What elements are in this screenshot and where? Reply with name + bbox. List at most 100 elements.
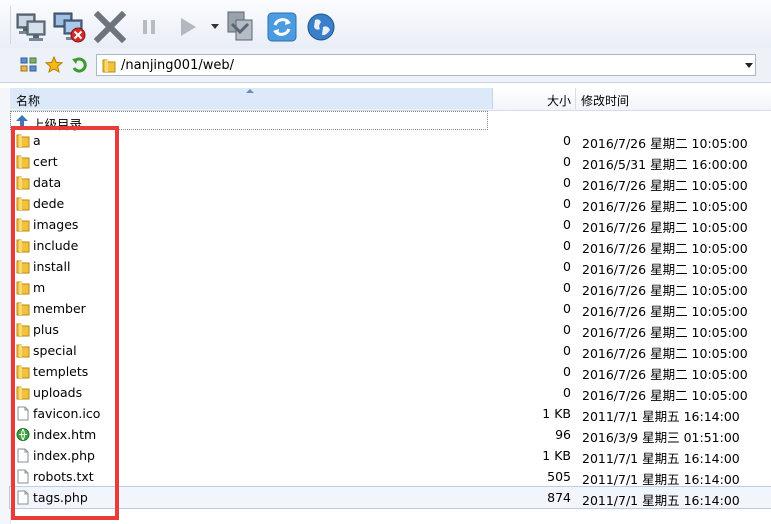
- file-row[interactable]: tags.php 874 2011/7/1 星期五 16:14:00: [9, 486, 771, 509]
- transfer-queue-icon: [227, 11, 253, 41]
- file-modified: 2016/3/9 星期三 01:51:00: [582, 430, 740, 445]
- disconnect-button[interactable]: [52, 10, 86, 44]
- column-size-label: 大小: [546, 94, 571, 108]
- cancel-button[interactable]: [93, 10, 127, 44]
- folder-row[interactable]: cert 0 2016/5/31 星期二 16:00:00: [10, 151, 771, 172]
- folder-icon: [16, 323, 30, 337]
- globe-icon: [307, 13, 335, 41]
- file-size: 0: [563, 217, 571, 232]
- folder-icon: [16, 281, 30, 295]
- file-name: favicon.ico: [33, 406, 101, 421]
- file-name: images: [33, 217, 79, 232]
- folder-row[interactable]: plus 0 2016/7/26 星期二 10:05:00: [10, 319, 771, 340]
- file-name: uploads: [33, 385, 83, 400]
- close-icon: [94, 11, 126, 43]
- file-modified: 2011/7/1 星期五 16:14:00: [582, 493, 740, 508]
- file-row[interactable]: favicon.ico 1 KB 2011/7/1 星期五 16:14:00: [10, 403, 771, 424]
- file-icon: [17, 469, 29, 484]
- folder-row[interactable]: install 0 2016/7/26 星期二 10:05:00: [10, 256, 771, 277]
- tree-view-button[interactable]: [20, 56, 38, 74]
- file-size: 0: [563, 385, 571, 400]
- up-folder-button[interactable]: [70, 56, 88, 74]
- file-size: 0: [563, 154, 571, 169]
- file-modified: 2016/7/26 星期二 10:05:00: [582, 262, 748, 277]
- pause-button[interactable]: [132, 10, 166, 44]
- parent-directory-row[interactable]: 上级目录: [10, 111, 488, 132]
- file-name: robots.txt: [33, 469, 94, 484]
- up-folder-icon: [72, 57, 87, 73]
- file-modified: 2011/7/1 星期五 16:14:00: [582, 451, 740, 466]
- folder-row[interactable]: m 0 2016/7/26 星期二 10:05:00: [10, 277, 771, 298]
- tree-view-icon: [20, 57, 37, 72]
- browser-button[interactable]: [304, 10, 338, 44]
- folder-icon: [16, 344, 30, 358]
- file-name: index.htm: [33, 427, 97, 442]
- file-name: templets: [33, 364, 89, 379]
- folder-icon: [16, 197, 30, 211]
- play-button[interactable]: [170, 10, 204, 44]
- folder-row[interactable]: member 0 2016/7/26 星期二 10:05:00: [10, 298, 771, 319]
- folder-row[interactable]: templets 0 2016/7/26 星期二 10:05:00: [10, 361, 771, 382]
- file-size: 505: [547, 469, 571, 484]
- file-size: 0: [563, 322, 571, 337]
- file-icon: [17, 406, 29, 421]
- folder-icon: [16, 239, 30, 253]
- file-modified: 2016/7/26 星期二 10:05:00: [582, 367, 748, 382]
- folder-icon: [16, 155, 30, 169]
- path-text: /nanjing001/web/: [121, 58, 234, 73]
- file-row[interactable]: index.htm 96 2016/3/9 星期三 01:51:00: [10, 424, 771, 445]
- file-size: 0: [563, 238, 571, 253]
- folder-row[interactable]: images 0 2016/7/26 星期二 10:05:00: [10, 214, 771, 235]
- folder-icon: [16, 365, 30, 379]
- pause-icon: [143, 20, 155, 34]
- chevron-down-icon[interactable]: [745, 63, 753, 68]
- play-icon: [181, 18, 196, 36]
- file-list: 上级目录 a 0 2016/7/26 星期二 10:05:00 cert 0 2016/5…: [9, 111, 771, 509]
- file-row[interactable]: index.php 1 KB 2011/7/1 星期五 16:14:00: [10, 445, 771, 466]
- file-name: plus: [33, 322, 59, 337]
- html-file-icon: [16, 428, 30, 441]
- file-size: 874: [547, 490, 571, 505]
- file-modified: 2016/7/26 星期二 10:05:00: [582, 178, 748, 193]
- file-size: 1 KB: [542, 406, 571, 421]
- file-name: include: [33, 238, 79, 253]
- file-modified: 2016/7/26 星期二 10:05:00: [582, 220, 748, 235]
- computer-disconnect-icon: [53, 12, 86, 43]
- folder-icon: [16, 176, 30, 190]
- file-modified: 2016/7/26 星期二 10:05:00: [582, 325, 748, 340]
- folder-row[interactable]: dede 0 2016/7/26 星期二 10:05:00: [10, 193, 771, 214]
- folder-row[interactable]: uploads 0 2016/7/26 星期二 10:05:00: [10, 382, 771, 403]
- file-row[interactable]: robots.txt 505 2011/7/1 星期五 16:14:00: [10, 466, 771, 487]
- path-input[interactable]: /nanjing001/web/: [96, 54, 756, 76]
- transfer-queue-button[interactable]: [224, 10, 258, 44]
- file-size: 0: [563, 175, 571, 190]
- folder-row[interactable]: include 0 2016/7/26 星期二 10:05:00: [10, 235, 771, 256]
- file-name: a: [33, 133, 41, 148]
- file-size: 0: [563, 196, 571, 211]
- file-name: cert: [33, 154, 58, 169]
- file-size: 0: [563, 280, 571, 295]
- favorites-button[interactable]: [44, 55, 64, 74]
- chevron-down-icon[interactable]: [211, 24, 219, 29]
- favorites-star-icon: [44, 55, 64, 74]
- file-modified: 2016/7/26 星期二 10:05:00: [582, 346, 748, 361]
- file-name: install: [33, 259, 71, 274]
- file-size: 0: [563, 364, 571, 379]
- folder-row[interactable]: data 0 2016/7/26 星期二 10:05:00: [10, 172, 771, 193]
- connect-button[interactable]: [14, 10, 48, 44]
- refresh-button[interactable]: [265, 10, 299, 44]
- file-size: 1 KB: [542, 448, 571, 463]
- file-size: 0: [563, 343, 571, 358]
- column-name-header[interactable]: 名称: [10, 88, 493, 109]
- column-modified-header[interactable]: 修改时间: [576, 88, 771, 109]
- file-name: index.php: [33, 448, 95, 463]
- column-size-header[interactable]: 大小: [493, 88, 576, 109]
- folder-row[interactable]: a 0 2016/7/26 星期二 10:05:00: [10, 130, 771, 151]
- folder-icon: [16, 218, 30, 232]
- sort-ascending-icon: [246, 89, 254, 93]
- toolbar: [0, 0, 771, 49]
- file-modified: 2011/7/1 星期五 16:14:00: [582, 472, 740, 487]
- folder-row[interactable]: special 0 2016/7/26 星期二 10:05:00: [10, 340, 771, 361]
- folder-icon: [102, 59, 116, 73]
- file-size: 0: [563, 301, 571, 316]
